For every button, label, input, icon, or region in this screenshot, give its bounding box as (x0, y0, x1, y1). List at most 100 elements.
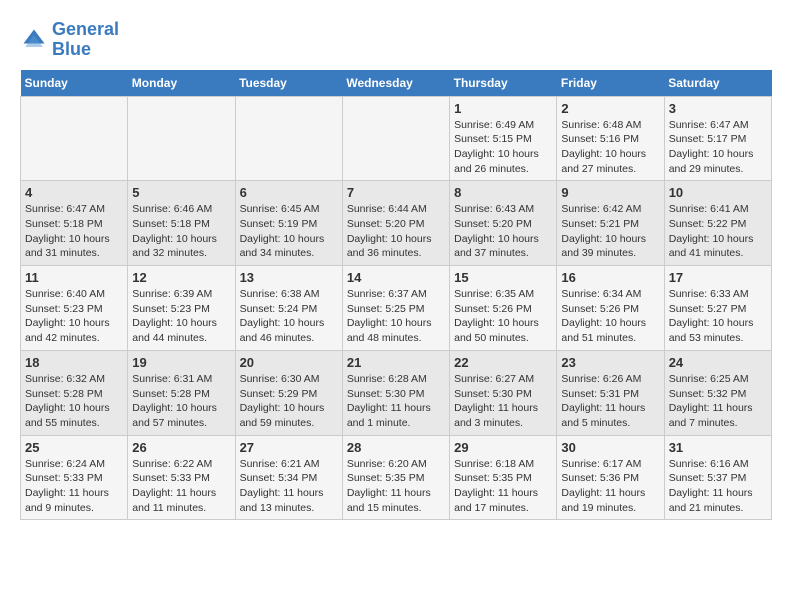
header-cell-friday: Friday (557, 70, 664, 97)
day-cell: 26 Sunrise: 6:22 AMSunset: 5:33 PMDayligh… (128, 435, 235, 520)
day-info: Sunrise: 6:27 AMSunset: 5:30 PMDaylight:… (454, 372, 552, 431)
day-number: 25 (25, 440, 123, 455)
day-number: 15 (454, 270, 552, 285)
day-number: 20 (240, 355, 338, 370)
calendar-table: SundayMondayTuesdayWednesdayThursdayFrid… (20, 70, 772, 521)
day-number: 27 (240, 440, 338, 455)
day-number: 22 (454, 355, 552, 370)
day-cell: 17 Sunrise: 6:33 AMSunset: 5:27 PMDayligh… (664, 266, 771, 351)
day-info: Sunrise: 6:24 AMSunset: 5:33 PMDaylight:… (25, 457, 123, 516)
week-row-3: 11 Sunrise: 6:40 AMSunset: 5:23 PMDayligh… (21, 266, 772, 351)
day-cell: 21 Sunrise: 6:28 AMSunset: 5:30 PMDayligh… (342, 350, 449, 435)
day-number: 28 (347, 440, 445, 455)
day-cell: 20 Sunrise: 6:30 AMSunset: 5:29 PMDayligh… (235, 350, 342, 435)
day-info: Sunrise: 6:43 AMSunset: 5:20 PMDaylight:… (454, 202, 552, 261)
day-cell: 18Sunrise: 6:32 AMSunset: 5:28 PMDayligh… (21, 350, 128, 435)
day-cell: 30 Sunrise: 6:17 AMSunset: 5:36 PMDayligh… (557, 435, 664, 520)
calendar-body: 1 Sunrise: 6:49 AMSunset: 5:15 PMDaylight… (21, 96, 772, 520)
day-cell (128, 96, 235, 181)
page-header: General Blue (20, 20, 772, 60)
header-cell-wednesday: Wednesday (342, 70, 449, 97)
day-number: 7 (347, 185, 445, 200)
day-cell: 29 Sunrise: 6:18 AMSunset: 5:35 PMDayligh… (450, 435, 557, 520)
day-cell: 8 Sunrise: 6:43 AMSunset: 5:20 PMDaylight… (450, 181, 557, 266)
day-cell: 9Sunrise: 6:42 AMSunset: 5:21 PMDaylight… (557, 181, 664, 266)
day-number: 26 (132, 440, 230, 455)
header-cell-saturday: Saturday (664, 70, 771, 97)
day-cell (21, 96, 128, 181)
day-cell: 25 Sunrise: 6:24 AMSunset: 5:33 PMDayligh… (21, 435, 128, 520)
day-number: 23 (561, 355, 659, 370)
day-info: Sunrise: 6:40 AMSunset: 5:23 PMDaylight:… (25, 287, 123, 346)
week-row-1: 1 Sunrise: 6:49 AMSunset: 5:15 PMDaylight… (21, 96, 772, 181)
day-cell (235, 96, 342, 181)
day-info: Sunrise: 6:44 AMSunset: 5:20 PMDaylight:… (347, 202, 445, 261)
day-info: Sunrise: 6:18 AMSunset: 5:35 PMDaylight:… (454, 457, 552, 516)
day-info: Sunrise: 6:22 AMSunset: 5:33 PMDaylight:… (132, 457, 230, 516)
day-info: Sunrise: 6:17 AMSunset: 5:36 PMDaylight:… (561, 457, 659, 516)
day-number: 19 (132, 355, 230, 370)
day-cell: 19Sunrise: 6:31 AMSunset: 5:28 PMDayligh… (128, 350, 235, 435)
day-cell: 23Sunrise: 6:26 AMSunset: 5:31 PMDayligh… (557, 350, 664, 435)
day-number: 11 (25, 270, 123, 285)
day-number: 9 (561, 185, 659, 200)
day-cell: 16Sunrise: 6:34 AMSunset: 5:26 PMDayligh… (557, 266, 664, 351)
day-info: Sunrise: 6:30 AMSunset: 5:29 PMDaylight:… (240, 372, 338, 431)
day-cell: 15 Sunrise: 6:35 AMSunset: 5:26 PMDayligh… (450, 266, 557, 351)
day-number: 12 (132, 270, 230, 285)
day-cell: 4Sunrise: 6:47 AMSunset: 5:18 PMDaylight… (21, 181, 128, 266)
day-cell: 3Sunrise: 6:47 AMSunset: 5:17 PMDaylight… (664, 96, 771, 181)
day-info: Sunrise: 6:32 AMSunset: 5:28 PMDaylight:… (25, 372, 123, 431)
header-cell-monday: Monday (128, 70, 235, 97)
logo: General Blue (20, 20, 119, 60)
day-cell: 13 Sunrise: 6:38 AMSunset: 5:24 PMDayligh… (235, 266, 342, 351)
logo-text: General Blue (52, 20, 119, 60)
week-row-4: 18Sunrise: 6:32 AMSunset: 5:28 PMDayligh… (21, 350, 772, 435)
header-row: SundayMondayTuesdayWednesdayThursdayFrid… (21, 70, 772, 97)
day-cell: 27 Sunrise: 6:21 AMSunset: 5:34 PMDayligh… (235, 435, 342, 520)
day-number: 10 (669, 185, 767, 200)
day-info: Sunrise: 6:28 AMSunset: 5:30 PMDaylight:… (347, 372, 445, 431)
day-info: Sunrise: 6:48 AMSunset: 5:16 PMDaylight:… (561, 118, 659, 177)
day-info: Sunrise: 6:20 AMSunset: 5:35 PMDaylight:… (347, 457, 445, 516)
day-cell: 7 Sunrise: 6:44 AMSunset: 5:20 PMDaylight… (342, 181, 449, 266)
week-row-5: 25 Sunrise: 6:24 AMSunset: 5:33 PMDayligh… (21, 435, 772, 520)
day-cell: 24 Sunrise: 6:25 AMSunset: 5:32 PMDayligh… (664, 350, 771, 435)
day-info: Sunrise: 6:45 AMSunset: 5:19 PMDaylight:… (240, 202, 338, 261)
header-cell-thursday: Thursday (450, 70, 557, 97)
day-info: Sunrise: 6:21 AMSunset: 5:34 PMDaylight:… (240, 457, 338, 516)
day-info: Sunrise: 6:25 AMSunset: 5:32 PMDaylight:… (669, 372, 767, 431)
day-number: 5 (132, 185, 230, 200)
day-number: 29 (454, 440, 552, 455)
day-number: 1 (454, 101, 552, 116)
day-info: Sunrise: 6:39 AMSunset: 5:23 PMDaylight:… (132, 287, 230, 346)
day-number: 24 (669, 355, 767, 370)
logo-icon (20, 26, 48, 54)
day-number: 21 (347, 355, 445, 370)
day-cell: 1 Sunrise: 6:49 AMSunset: 5:15 PMDaylight… (450, 96, 557, 181)
day-number: 14 (347, 270, 445, 285)
day-number: 13 (240, 270, 338, 285)
day-info: Sunrise: 6:33 AMSunset: 5:27 PMDaylight:… (669, 287, 767, 346)
day-info: Sunrise: 6:37 AMSunset: 5:25 PMDaylight:… (347, 287, 445, 346)
day-cell: 6 Sunrise: 6:45 AMSunset: 5:19 PMDaylight… (235, 181, 342, 266)
day-cell: 5Sunrise: 6:46 AMSunset: 5:18 PMDaylight… (128, 181, 235, 266)
day-cell: 12 Sunrise: 6:39 AMSunset: 5:23 PMDayligh… (128, 266, 235, 351)
day-number: 8 (454, 185, 552, 200)
day-info: Sunrise: 6:49 AMSunset: 5:15 PMDaylight:… (454, 118, 552, 177)
header-cell-sunday: Sunday (21, 70, 128, 97)
day-info: Sunrise: 6:38 AMSunset: 5:24 PMDaylight:… (240, 287, 338, 346)
day-number: 31 (669, 440, 767, 455)
day-cell: 10 Sunrise: 6:41 AMSunset: 5:22 PMDayligh… (664, 181, 771, 266)
week-row-2: 4Sunrise: 6:47 AMSunset: 5:18 PMDaylight… (21, 181, 772, 266)
day-number: 4 (25, 185, 123, 200)
day-cell: 31Sunrise: 6:16 AMSunset: 5:37 PMDayligh… (664, 435, 771, 520)
day-number: 6 (240, 185, 338, 200)
day-cell: 11 Sunrise: 6:40 AMSunset: 5:23 PMDayligh… (21, 266, 128, 351)
day-number: 17 (669, 270, 767, 285)
day-number: 2 (561, 101, 659, 116)
day-info: Sunrise: 6:35 AMSunset: 5:26 PMDaylight:… (454, 287, 552, 346)
day-info: Sunrise: 6:41 AMSunset: 5:22 PMDaylight:… (669, 202, 767, 261)
day-cell: 2 Sunrise: 6:48 AMSunset: 5:16 PMDaylight… (557, 96, 664, 181)
day-number: 30 (561, 440, 659, 455)
